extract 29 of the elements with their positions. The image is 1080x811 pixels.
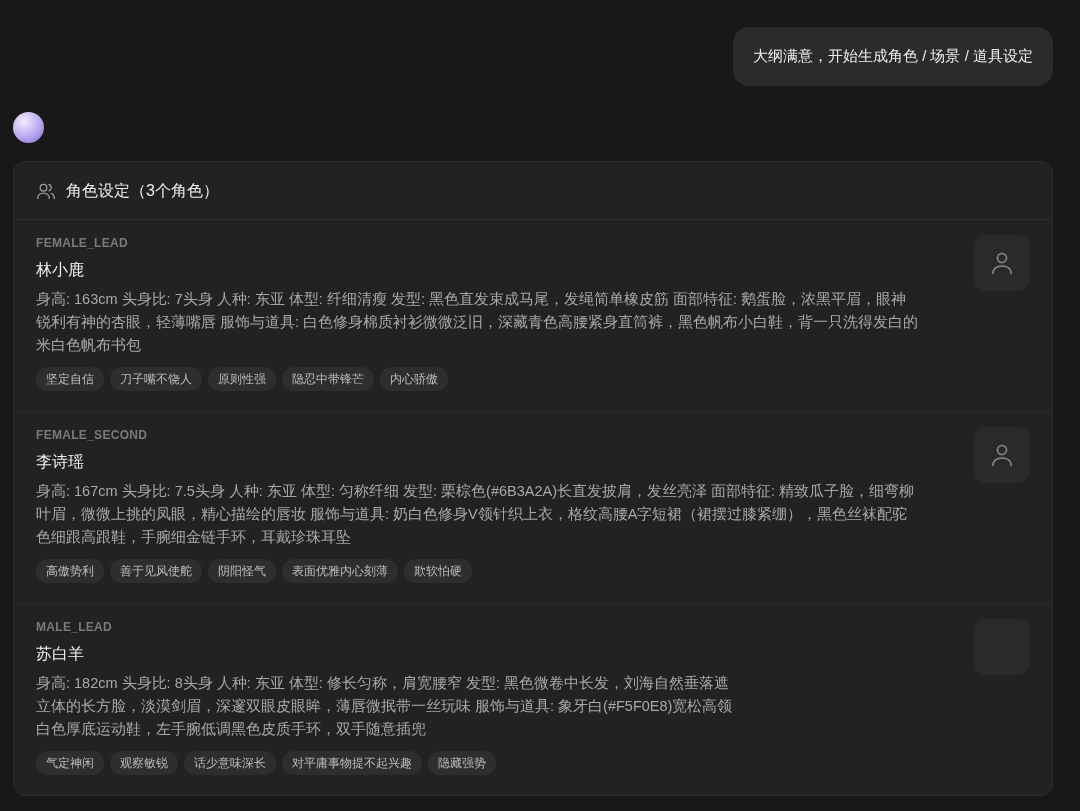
character-name: 苏白羊 — [36, 644, 85, 664]
character-name: 李诗瑶 — [36, 452, 85, 472]
person-icon — [991, 443, 1013, 467]
trait-tag: 观察敏锐 — [110, 751, 178, 775]
trait-tag: 表面优雅内心刻薄 — [282, 559, 398, 583]
character-description: 身高: 167cm 头身比: 7.5头身 人种: 东亚 体型: 匀称纤细 发型: 栗棕色(#6B3A2A)长直发披肩，发丝亮泽 面部特征: 精致瓜子脸，细弯柳 叶眉，微微上挑的凤眼，精心描绘的唇妆 服饰与道具: 奶白色修身V领针织上衣，格纹高腰A字短裙（裙摆过膝紧绷），黑色丝袜配驼 色细跟高跟鞋，手腕细金链手环，耳戴珍珠耳坠 — [36, 482, 915, 547]
person-icon — [991, 251, 1013, 275]
trait-tag: 阴阳怪气 — [208, 559, 276, 583]
trait-tag: 隐忍中带锋芒 — [282, 367, 374, 391]
trait-tag: 内心骄傲 — [380, 367, 448, 391]
trait-tag: 刀子嘴不饶人 — [110, 367, 202, 391]
trait-tag: 坚定自信 — [36, 367, 104, 391]
trait-tag: 话少意味深长 — [184, 751, 276, 775]
card-title: 角色设定（3个角色） — [66, 180, 219, 201]
trait-tag: 欺软怕硬 — [404, 559, 472, 583]
role-label: FEMALE_LEAD — [36, 235, 129, 252]
character-description: 身高: 163cm 头身比: 7头身 人种: 东亚 体型: 纤细清瘦 发型: 黑色直发束成马尾，发绳简单橡皮筋 面部特征: 鹅蛋脸，浓黑平眉，眼神 锐利有神的杏眼，轻薄嘴唇 服饰与道具: 白色修身棉质衬衫微微泛旧，深藏青色高腰紧身直筒裤，黑色帆布小白鞋，背一只洗得发白的 米白色帆布书包 — [36, 290, 919, 355]
assistant-avatar-icon — [13, 112, 44, 143]
trait-tag: 高傲势利 — [36, 559, 104, 583]
trait-tag: 善于见风使舵 — [110, 559, 202, 583]
role-label: MALE_LEAD — [36, 619, 114, 636]
trait-tag: 对平庸事物提不起兴趣 — [282, 751, 422, 775]
user-message-bubble: 大纲满意，开始生成角色 / 场景 / 道具设定 — [733, 27, 1053, 86]
trait-tag: 隐藏强势 — [428, 751, 496, 775]
character-name: 林小鹿 — [36, 260, 85, 280]
role-label: FEMALE_SECOND — [36, 427, 149, 444]
trait-tag: 原则性强 — [208, 367, 276, 391]
character-description: 身高: 182cm 头身比: 8头身 人种: 东亚 体型: 修长匀称，肩宽腰窄 发型: 黑色微卷中长发，刘海自然垂落遮 立体的长方脸，淡漠剑眉，深邃双眼皮眼眸，薄唇微抿带一丝玩味 服饰与道具: 象牙白(#F5F0E8)宽松高领 白色厚底运动鞋，左手腕低调黑色皮质手环，双手随意插兜 — [36, 674, 733, 739]
trait-tag: 气定神闲 — [36, 751, 104, 775]
